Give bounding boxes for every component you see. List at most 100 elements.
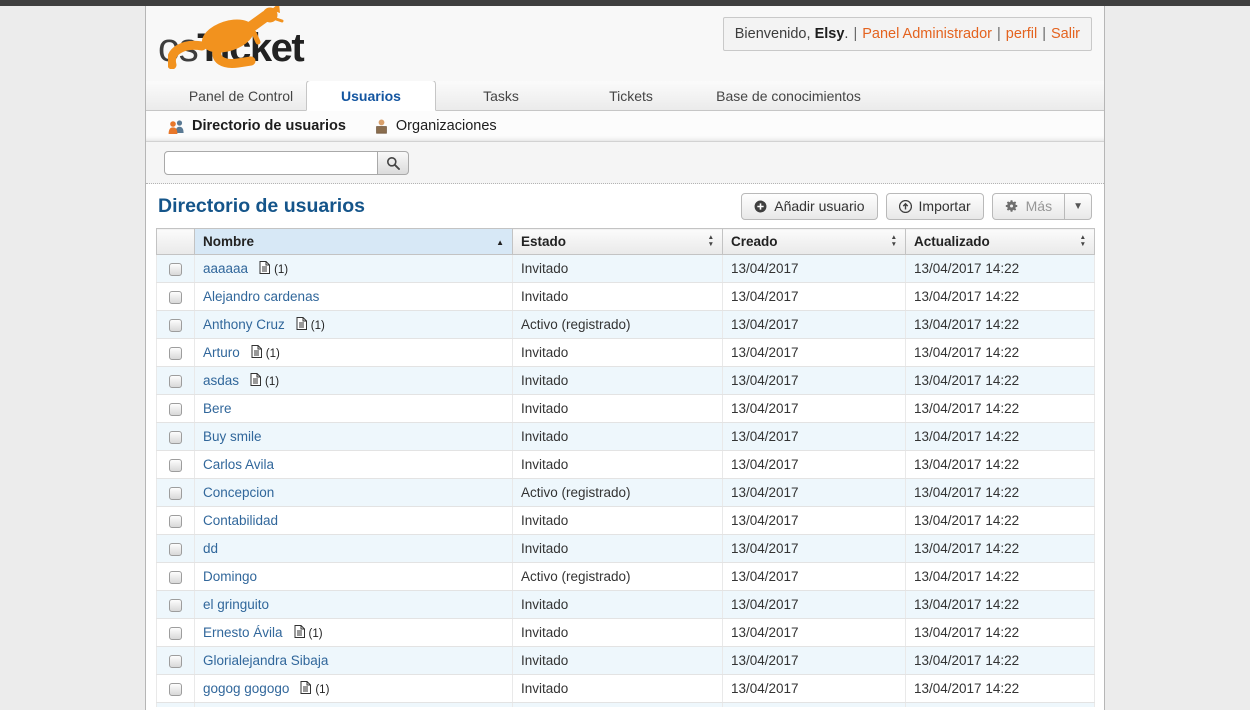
kangaroo-icon [168, 6, 300, 69]
action-buttons: Añadir usuario Importar Más ▼ [741, 193, 1092, 220]
tab-panel-de-control[interactable]: Panel de Control [176, 81, 306, 110]
main-nav: Panel de ControlUsuariosTasksTicketsBase… [146, 81, 1104, 111]
row-checkbox[interactable] [169, 487, 182, 500]
more-dropdown-button[interactable]: ▼ [1065, 193, 1092, 220]
user-name-link[interactable]: aaaaaa [203, 261, 248, 276]
users-icon [168, 119, 185, 134]
user-name-link[interactable]: Alejandro cardenas [203, 289, 319, 304]
document-icon [296, 317, 307, 330]
updated-cell: 13/04/2017 14:22 [906, 283, 1095, 311]
tab-usuarios[interactable]: Usuarios [306, 80, 436, 111]
row-checkbox[interactable] [169, 683, 182, 696]
user-name-link[interactable]: dd [203, 541, 218, 556]
tab-base-de-conocimientos[interactable]: Base de conocimientos [696, 81, 881, 110]
document-icon [250, 373, 261, 386]
updated-cell: 13/04/2017 14:22 [906, 255, 1095, 283]
status-cell: Activo (registrado) [513, 479, 723, 507]
search-button[interactable] [378, 151, 409, 175]
import-button[interactable]: Importar [886, 193, 984, 220]
updated-cell: 13/04/2017 14:22 [906, 479, 1095, 507]
row-checkbox[interactable] [169, 291, 182, 304]
separator: | [997, 26, 1001, 42]
row-checkbox[interactable] [169, 459, 182, 472]
import-label: Importar [919, 198, 971, 214]
checkbox-cell [157, 619, 195, 647]
name-cell: Carlos Avila [195, 451, 513, 479]
user-name-link[interactable]: Ernesto Ávila [203, 625, 283, 640]
sort-ascending-icon: ▲ [496, 238, 504, 247]
status-cell: Invitado [513, 423, 723, 451]
updated-cell: 13/04/2017 14:22 [906, 367, 1095, 395]
app-header: osTicket Bienvenido, Elsy.|Panel Adminis… [146, 6, 1104, 81]
row-checkbox[interactable] [169, 599, 182, 612]
user-name-link[interactable]: Buy smile [203, 429, 262, 444]
updated-cell: 13/04/2017 14:22 [906, 507, 1095, 535]
user-name-link[interactable]: asdas [203, 373, 239, 388]
subnav-item-organizaciones[interactable]: Organizaciones [374, 118, 497, 134]
subnav-item-label: Directorio de usuarios [192, 118, 346, 134]
ticket-count: (1) [315, 684, 329, 696]
subnav-item-directorio-de-usuarios[interactable]: Directorio de usuarios [168, 118, 346, 134]
user-name-link[interactable]: Domingo [203, 569, 257, 584]
status-cell: Invitado [513, 339, 723, 367]
created-cell: 13/04/2017 [723, 311, 906, 339]
user-name-link[interactable]: Concepcion [203, 485, 274, 500]
user-name-link[interactable]: Bere [203, 401, 232, 416]
app-container: osTicket Bienvenido, Elsy.|Panel Adminis… [145, 6, 1105, 710]
row-checkbox[interactable] [169, 571, 182, 584]
updated-cell: 13/04/2017 14:22 [906, 619, 1095, 647]
add-user-button[interactable]: Añadir usuario [741, 193, 877, 220]
more-button[interactable]: Más [992, 193, 1065, 220]
tab-tickets[interactable]: Tickets [566, 81, 696, 110]
ticket-doc-icon [294, 626, 305, 641]
user-name-link[interactable]: Carlos Avila [203, 457, 274, 472]
column-header-creado[interactable]: Creado ▲▼ [723, 229, 906, 255]
row-checkbox[interactable] [169, 543, 182, 556]
column-label: Nombre [203, 234, 254, 249]
row-checkbox[interactable] [169, 431, 182, 444]
user-name-link[interactable]: Arturo [203, 345, 240, 360]
user-name-link[interactable]: gogog gogogo [203, 681, 289, 696]
column-header-actualizado[interactable]: Actualizado ▲▼ [906, 229, 1095, 255]
column-header-estado[interactable]: Estado ▲▼ [513, 229, 723, 255]
table-row: asdas (1)Invitado13/04/201713/04/2017 14… [157, 367, 1095, 395]
checkbox-cell [157, 423, 195, 451]
row-checkbox[interactable] [169, 375, 182, 388]
user-name-link[interactable]: el gringuito [203, 597, 269, 612]
updated-cell: 13/04/2017 14:22 [906, 563, 1095, 591]
salir-link[interactable]: Salir [1051, 26, 1080, 42]
name-cell: dd [195, 535, 513, 563]
column-header-nombre[interactable]: Nombre ▲ [195, 229, 513, 255]
row-checkbox[interactable] [169, 655, 182, 668]
row-checkbox[interactable] [169, 319, 182, 332]
status-cell: Invitado [513, 675, 723, 703]
created-cell: 13/04/2017 [723, 535, 906, 563]
document-icon [251, 345, 262, 358]
updated-cell: 13/04/2017 14:22 [906, 647, 1095, 675]
welcome-suffix: . [844, 26, 848, 42]
row-checkbox[interactable] [169, 347, 182, 360]
user-name-link[interactable]: Glorialejandra Sibaja [203, 653, 328, 668]
updated-cell: 13/04/2017 14:22 [906, 423, 1095, 451]
row-checkbox[interactable] [169, 627, 182, 640]
user-name-link[interactable]: Contabilidad [203, 513, 278, 528]
row-checkbox[interactable] [169, 403, 182, 416]
column-label: Estado [521, 234, 566, 249]
search-input[interactable] [164, 151, 378, 175]
checkbox-cell [157, 591, 195, 619]
checkbox-cell [157, 507, 195, 535]
page-title: Directorio de usuarios [158, 195, 365, 218]
table-row: Ernesto Ávila (1)Invitado13/04/201713/04… [157, 619, 1095, 647]
row-checkbox[interactable] [169, 263, 182, 276]
updated-cell: 13/04/2017 14:22 [906, 535, 1095, 563]
perfil-link[interactable]: perfil [1006, 26, 1037, 42]
ticket-count: (1) [274, 264, 288, 276]
checkbox-cell [157, 479, 195, 507]
created-cell: 13/04/2017 [723, 451, 906, 479]
tab-tasks[interactable]: Tasks [436, 81, 566, 110]
ticket-count: (1) [311, 320, 325, 332]
row-checkbox[interactable] [169, 515, 182, 528]
user-name-link[interactable]: Anthony Cruz [203, 317, 285, 332]
panel-administrador-link[interactable]: Panel Administrador [862, 26, 992, 42]
updated-cell: 13/04/2017 14:22 [906, 395, 1095, 423]
